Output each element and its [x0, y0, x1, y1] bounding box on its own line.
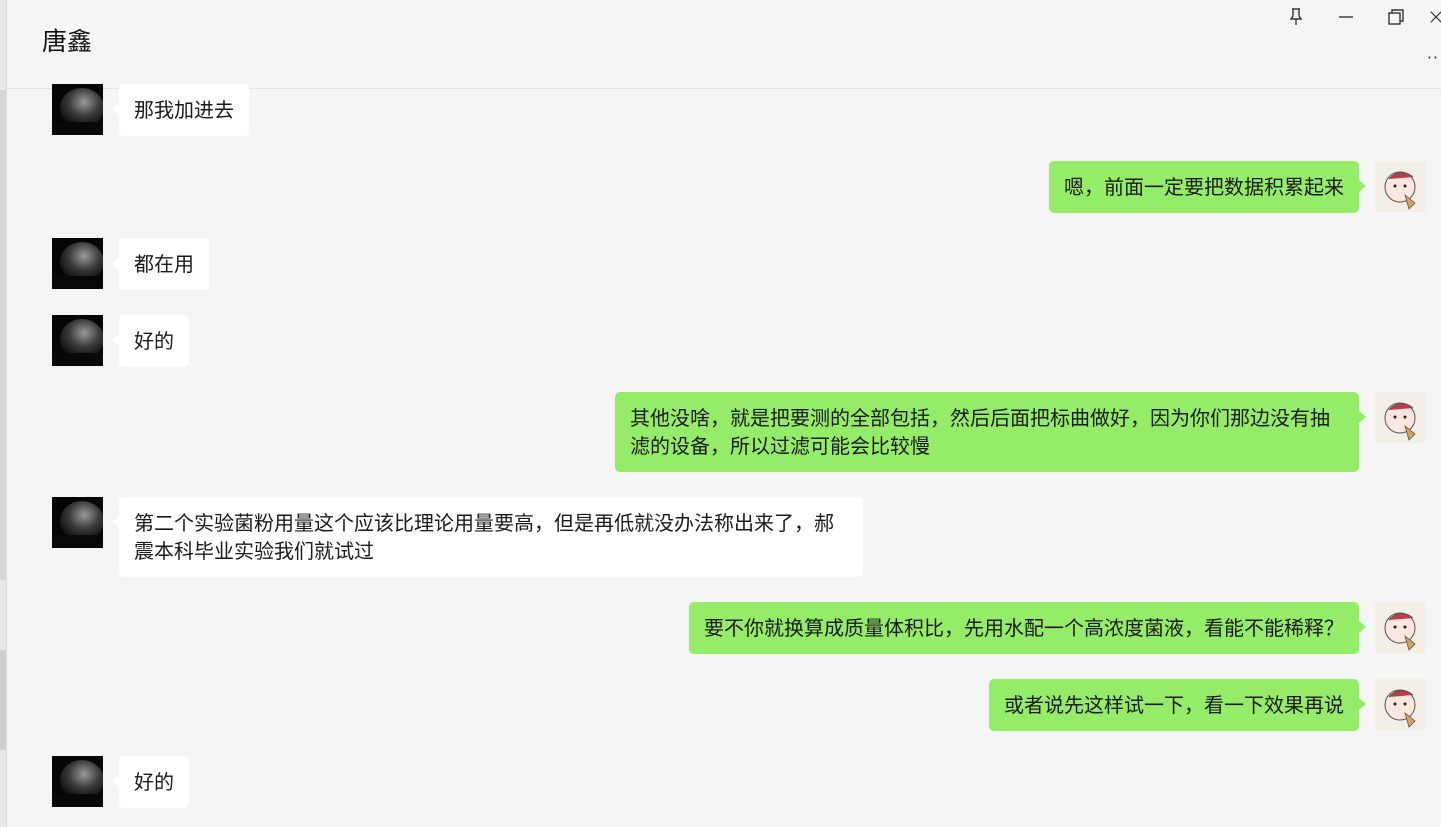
more-icon[interactable]: ··	[1427, 48, 1439, 67]
contact-avatar[interactable]	[52, 84, 103, 135]
chat-header: 唐鑫 ··	[7, 0, 1441, 89]
chat-title: 唐鑫	[42, 27, 93, 56]
message-sent: 要不你就换算成质量体积比，先用水配一个高浓度菌液，看能不能稀释？	[689, 602, 1426, 654]
contact-avatar[interactable]	[52, 756, 103, 807]
message-bubble[interactable]: 好的	[112, 315, 189, 367]
chat-window: 唐鑫 ·· 那我加进去 嗯，前面一定要把数据积累起来 都在用 好的 其他没啥，就…	[0, 0, 1441, 827]
scroll-segment	[0, 90, 6, 580]
message-sent: 嗯，前面一定要把数据积累起来	[1049, 161, 1426, 213]
pin-icon[interactable]	[1281, 2, 1311, 32]
message-bubble[interactable]: 都在用	[112, 238, 209, 290]
message-sent: 或者说先这样试一下，看一下效果再说	[989, 679, 1426, 731]
message-received: 好的	[52, 756, 189, 808]
message-bubble[interactable]: 或者说先这样试一下，看一下效果再说	[989, 679, 1366, 731]
my-avatar[interactable]	[1375, 392, 1426, 443]
close-icon[interactable]	[1429, 2, 1441, 32]
my-avatar[interactable]	[1375, 679, 1426, 730]
contact-avatar[interactable]	[52, 315, 103, 366]
my-avatar[interactable]	[1375, 602, 1426, 653]
minimize-icon[interactable]	[1331, 2, 1361, 32]
message-bubble[interactable]: 其他没啥，就是把要测的全部包括，然后后面把标曲做好，因为你们那边没有抽滤的设备，…	[615, 392, 1366, 472]
window-left-edge	[0, 0, 7, 827]
message-bubble[interactable]: 好的	[112, 756, 189, 808]
message-received: 都在用	[52, 238, 209, 290]
message-sent: 其他没啥，就是把要测的全部包括，然后后面把标曲做好，因为你们那边没有抽滤的设备，…	[615, 392, 1426, 472]
message-bubble[interactable]: 第二个实验菌粉用量这个应该比理论用量要高，但是再低就没办法称出来了，郝震本科毕业…	[112, 497, 863, 577]
message-received: 第二个实验菌粉用量这个应该比理论用量要高，但是再低就没办法称出来了，郝震本科毕业…	[52, 497, 863, 577]
message-bubble[interactable]: 要不你就换算成质量体积比，先用水配一个高浓度菌液，看能不能稀释？	[689, 602, 1366, 654]
contact-avatar[interactable]	[52, 238, 103, 289]
restore-icon[interactable]	[1381, 2, 1411, 32]
message-received: 那我加进去	[52, 84, 249, 136]
message-received: 好的	[52, 315, 189, 367]
my-avatar[interactable]	[1375, 161, 1426, 212]
contact-avatar[interactable]	[52, 497, 103, 548]
scroll-segment	[0, 650, 6, 750]
message-bubble[interactable]: 那我加进去	[112, 84, 249, 136]
message-bubble[interactable]: 嗯，前面一定要把数据积累起来	[1049, 161, 1366, 213]
